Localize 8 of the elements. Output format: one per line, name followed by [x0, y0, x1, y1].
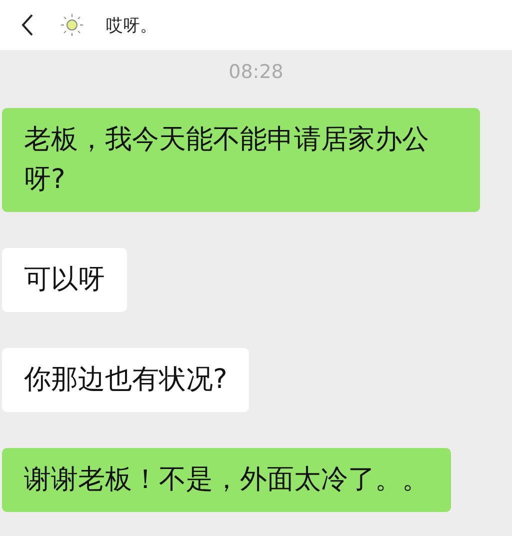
received-message-bubble: 可以呀	[2, 248, 127, 312]
sent-message-bubble: 老板，我今天能不能申请居家办公呀?	[2, 108, 480, 212]
sent-message-bubble: 谢谢老板！不是，外面太冷了。。	[2, 448, 451, 512]
back-icon[interactable]	[20, 13, 34, 37]
sun-icon	[60, 13, 84, 37]
timestamp: 08:28	[228, 60, 284, 85]
chat-title: 哎呀。	[106, 14, 157, 36]
received-message-bubble: 你那边也有状况?	[2, 348, 250, 412]
